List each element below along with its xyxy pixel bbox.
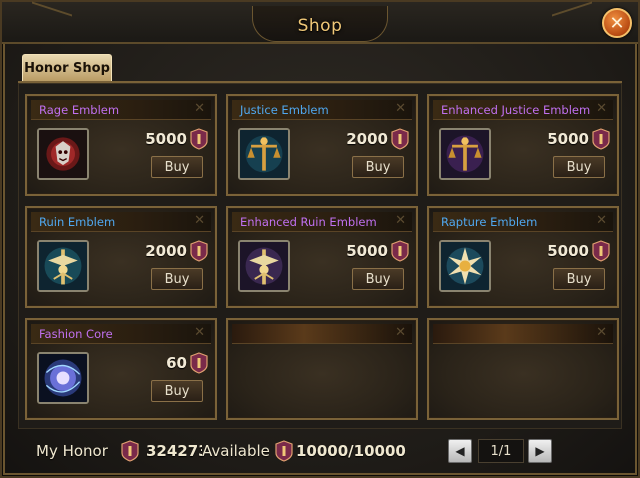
footer-bar: My Honor 324273 Available 10000/10000 ◀ … <box>2 430 638 476</box>
available-label: Available <box>202 442 270 460</box>
tab-honor-shop[interactable]: Honor Shop <box>22 54 112 82</box>
item-price: 2000 <box>346 130 388 148</box>
buy-button[interactable]: Buy <box>352 268 404 290</box>
card-corner-ornament: ✕ <box>596 213 607 228</box>
card-header: ✕ <box>232 324 412 344</box>
card-header: Enhanced Ruin Emblem ✕ <box>232 212 412 232</box>
buy-button[interactable]: Buy <box>553 156 605 178</box>
ruin-emblem-icon[interactable] <box>37 240 89 292</box>
shop-grid: Rage Emblem ✕ 5000 Buy Justice Emblem ✕ … <box>18 83 622 429</box>
item-name: Enhanced Justice Emblem <box>441 103 591 117</box>
item-name: Rage Emblem <box>39 103 120 117</box>
item-price: 60 <box>166 354 187 372</box>
card-corner-ornament: ✕ <box>395 213 406 228</box>
title-bar: Shop ✕ <box>2 1 638 44</box>
card-header: Ruin Emblem ✕ <box>31 212 211 232</box>
buy-button[interactable]: Buy <box>151 268 203 290</box>
next-page-button[interactable]: ▶ <box>528 439 552 463</box>
honor-currency-icon <box>121 440 139 462</box>
shop-item-fashion-core: Fashion Core ✕ 60 Buy <box>25 318 217 420</box>
item-price: 2000 <box>145 242 187 260</box>
shop-item-justice-emblem: Justice Emblem ✕ 2000 Buy <box>226 94 418 196</box>
empty-shop-slot: ✕ <box>427 318 619 420</box>
chevron-right-icon: ▶ <box>535 444 545 458</box>
shop-item-enhanced-ruin-emblem: Enhanced Ruin Emblem ✕ 5000 Buy <box>226 206 418 308</box>
prev-page-button[interactable]: ◀ <box>448 439 472 463</box>
honor-currency-icon <box>391 240 409 262</box>
card-corner-ornament: ✕ <box>596 101 607 116</box>
item-price: 5000 <box>346 242 388 260</box>
enhanced-ruin-emblem-icon[interactable] <box>238 240 290 292</box>
page-indicator: 1/1 <box>478 439 524 463</box>
card-header: Justice Emblem ✕ <box>232 100 412 120</box>
honor-currency-icon <box>592 128 610 150</box>
close-icon: ✕ <box>609 12 625 34</box>
honor-currency-icon <box>592 240 610 262</box>
item-price: 5000 <box>547 130 589 148</box>
item-name: Ruin Emblem <box>39 215 116 229</box>
card-header: Rapture Emblem ✕ <box>433 212 613 232</box>
honor-currency-icon <box>190 352 208 374</box>
item-price: 5000 <box>547 242 589 260</box>
buy-button[interactable]: Buy <box>151 380 203 402</box>
card-header: Rage Emblem ✕ <box>31 100 211 120</box>
available-value: 10000/10000 <box>296 442 406 460</box>
shop-window: Shop ✕ Honor Shop Rage Emblem ✕ 5000 Buy… <box>0 0 640 478</box>
card-header: Enhanced Justice Emblem ✕ <box>433 100 613 120</box>
rage-emblem-icon[interactable] <box>37 128 89 180</box>
window-title: Shop <box>297 16 343 36</box>
buy-button[interactable]: Buy <box>352 156 404 178</box>
shop-item-enhanced-justice-emblem: Enhanced Justice Emblem ✕ 5000 Buy <box>427 94 619 196</box>
my-honor-label: My Honor <box>36 442 108 460</box>
my-honor-value: 324273 <box>146 442 202 460</box>
shop-item-ruin-emblem: Ruin Emblem ✕ 2000 Buy <box>25 206 217 308</box>
shop-item-rage-emblem: Rage Emblem ✕ 5000 Buy <box>25 94 217 196</box>
card-header: ✕ <box>433 324 613 344</box>
empty-shop-slot: ✕ <box>226 318 418 420</box>
card-corner-ornament: ✕ <box>194 101 205 116</box>
close-button[interactable]: ✕ <box>602 8 632 38</box>
shop-item-rapture-emblem: Rapture Emblem ✕ 5000 Buy <box>427 206 619 308</box>
card-corner-ornament: ✕ <box>194 325 205 340</box>
fashion-core-icon[interactable] <box>37 352 89 404</box>
chevron-left-icon: ◀ <box>455 444 465 458</box>
item-name: Enhanced Ruin Emblem <box>240 215 377 229</box>
card-corner-ornament: ✕ <box>395 325 406 340</box>
card-header: Fashion Core ✕ <box>31 324 211 344</box>
enhanced-justice-emblem-icon[interactable] <box>439 128 491 180</box>
card-corner-ornament: ✕ <box>395 101 406 116</box>
item-name: Fashion Core <box>39 327 113 341</box>
buy-button[interactable]: Buy <box>151 156 203 178</box>
card-corner-ornament: ✕ <box>194 213 205 228</box>
buy-button[interactable]: Buy <box>553 268 605 290</box>
item-price: 5000 <box>145 130 187 148</box>
honor-currency-icon <box>391 128 409 150</box>
item-name: Justice Emblem <box>240 103 329 117</box>
card-corner-ornament: ✕ <box>596 325 607 340</box>
rapture-emblem-icon[interactable] <box>439 240 491 292</box>
justice-emblem-icon[interactable] <box>238 128 290 180</box>
honor-currency-icon <box>190 240 208 262</box>
item-name: Rapture Emblem <box>441 215 538 229</box>
honor-currency-icon <box>190 128 208 150</box>
honor-currency-icon <box>275 440 293 462</box>
